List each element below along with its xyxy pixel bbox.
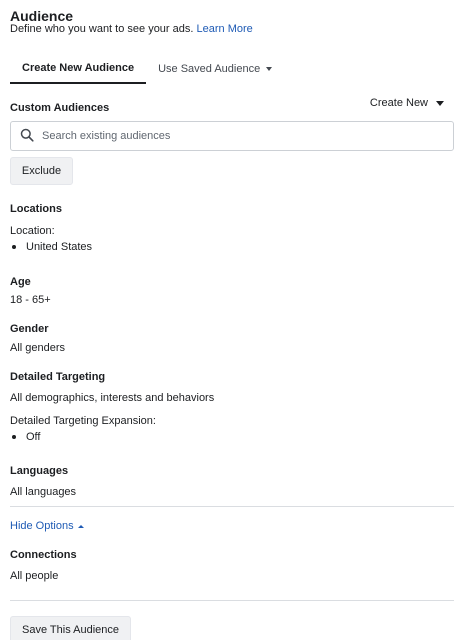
caret-down-icon	[436, 100, 444, 106]
targeting-expansion-value: Off	[26, 431, 41, 443]
tab-create-new-audience[interactable]: Create New Audience	[10, 54, 147, 84]
languages-label: Languages	[10, 465, 69, 477]
audience-subtitle: Define who you want to see your ads. Lea…	[10, 23, 253, 35]
location-item: United States	[10, 241, 92, 253]
locations-label: Locations	[10, 203, 62, 215]
create-new-label: Create New	[369, 97, 428, 109]
age-label: Age	[10, 276, 31, 288]
gender-label: Gender	[10, 323, 49, 335]
divider	[10, 506, 454, 507]
age-value: 18 - 65+	[10, 294, 51, 306]
create-new-dropdown[interactable]: Create New	[370, 97, 444, 109]
targeting-expansion-item: Off	[10, 431, 40, 443]
bullet-icon	[12, 435, 16, 439]
audience-title: Audience	[10, 8, 74, 24]
tab-use-saved-audience-label: Use Saved Audience	[158, 62, 261, 75]
tab-use-saved-audience[interactable]: Use Saved Audience	[146, 54, 284, 84]
chevron-down-icon	[266, 67, 273, 71]
custom-audience-search	[10, 121, 454, 151]
search-icon	[20, 128, 34, 145]
audience-tabs: Create New Audience Use Saved Audience	[10, 54, 454, 84]
hide-options-label: Hide Options	[10, 520, 74, 532]
audience-description: Define who you want to see your ads.	[10, 23, 194, 35]
learn-more-link[interactable]: Learn More	[197, 23, 253, 35]
connections-label: Connections	[10, 549, 77, 561]
detailed-targeting-value: All demographics, interests and behavior…	[10, 392, 215, 404]
save-audience-button[interactable]: Save This Audience	[10, 616, 131, 640]
tab-create-new-audience-label: Create New Audience	[22, 61, 135, 74]
location-value: United States	[26, 241, 93, 253]
location-sublabel: Location:	[10, 225, 55, 237]
languages-value: All languages	[10, 486, 77, 498]
exclude-button[interactable]: Exclude	[10, 157, 73, 185]
caret-up-icon	[77, 524, 84, 528]
bullet-icon	[12, 245, 16, 249]
detailed-targeting-label: Detailed Targeting	[10, 371, 106, 383]
gender-value: All genders	[10, 342, 66, 354]
hide-options-link[interactable]: Hide Options	[10, 520, 84, 532]
targeting-expansion-label: Detailed Targeting Expansion:	[10, 415, 156, 427]
custom-audiences-label: Custom Audiences	[10, 102, 110, 114]
divider	[10, 600, 454, 601]
connections-value: All people	[10, 570, 59, 582]
search-input[interactable]	[42, 130, 422, 142]
